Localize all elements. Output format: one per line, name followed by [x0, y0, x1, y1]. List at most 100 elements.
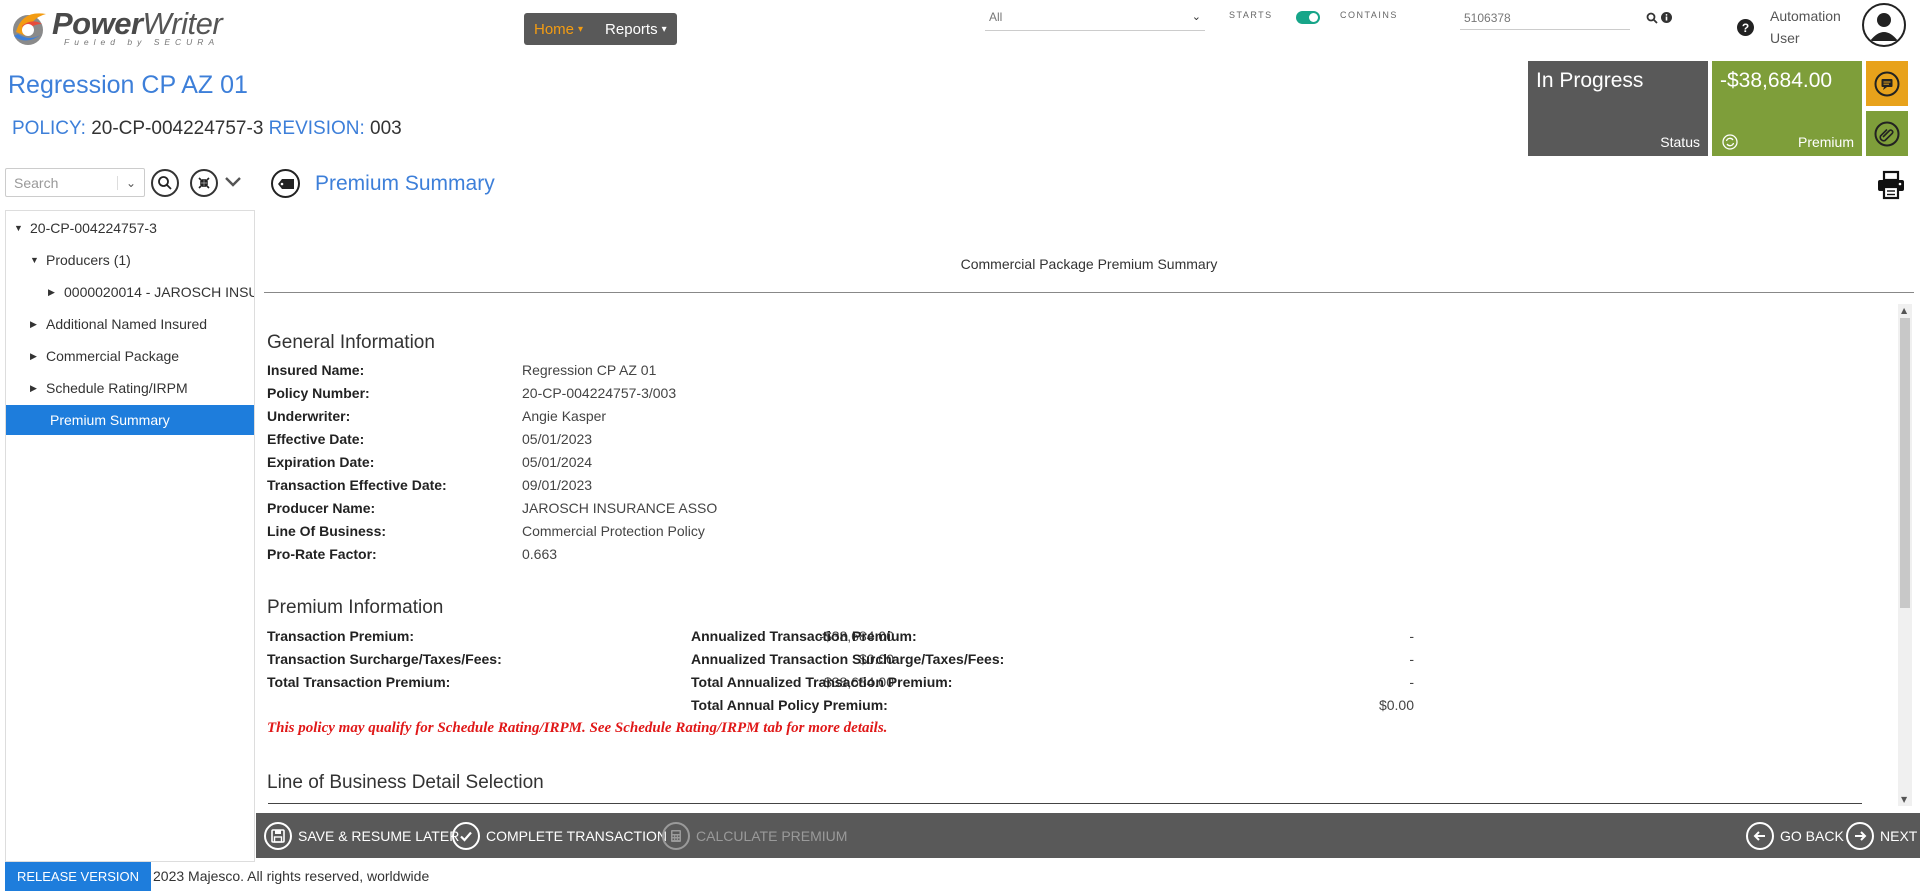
premium-label: Total Transaction Premium:	[267, 674, 451, 690]
scroll-down-icon[interactable]: ▼	[1901, 795, 1907, 804]
tree-search-input[interactable]: Search ⌄	[5, 168, 145, 197]
chevron-down-icon[interactable]: ⌄	[116, 175, 136, 190]
status-tile: In Progress Status	[1528, 61, 1708, 156]
tree-collapse-button[interactable]	[190, 169, 218, 197]
lob-detail-heading: Line of Business Detail Selection	[267, 772, 544, 793]
caret-right-icon[interactable]: ▶	[30, 383, 46, 394]
notes-button[interactable]	[1866, 61, 1908, 106]
tree-item-commercial-package[interactable]: ▶ Commercial Package	[30, 341, 179, 371]
field-value: Commercial Protection Policy	[522, 523, 705, 539]
policy-revision-line: POLICY: 20-CP-004224757-3 REVISION: 003	[12, 118, 402, 140]
copyright-text: 2023 Majesco. All rights reserved, world…	[153, 868, 430, 884]
annualized-label: Total Annual Policy Premium:	[691, 697, 888, 713]
field-label: Transaction Effective Date:	[267, 477, 447, 493]
arrow-left-icon	[1746, 822, 1774, 850]
tree-item-policy[interactable]: ▼ 20-CP-004224757-3	[14, 213, 157, 243]
policy-label: POLICY:	[12, 118, 86, 139]
field-label: Line Of Business:	[267, 523, 387, 539]
help-icon[interactable]: ?	[1737, 19, 1754, 36]
arrow-right-icon	[1846, 822, 1874, 850]
scrollbar-thumb[interactable]	[1900, 318, 1910, 608]
revision-number: 003	[370, 118, 402, 139]
tree-item-schedule-rating[interactable]: ▶ Schedule Rating/IRPM	[30, 373, 188, 403]
user-name[interactable]: Automation User	[1770, 5, 1860, 49]
attachments-button[interactable]	[1866, 111, 1908, 156]
caret-right-icon[interactable]: ▶	[48, 287, 64, 298]
premium-label: Transaction Surcharge/Taxes/Fees:	[267, 651, 502, 667]
chevron-down-icon: ▾	[578, 23, 584, 35]
annualized-label: Annualized Transaction Premium:	[691, 628, 917, 644]
field-label: Insured Name:	[267, 362, 365, 378]
main-nav: Home ▾ Reports ▾	[524, 13, 677, 45]
policy-search-input[interactable]: 5106378	[1460, 8, 1630, 30]
next-button[interactable]: NEXT	[1846, 822, 1917, 850]
starts-label: STARTS	[1229, 10, 1273, 20]
premium-summary-content: General Information Insured Name: Regres…	[264, 300, 1898, 810]
calculator-icon	[662, 822, 690, 850]
tag-left-icon	[277, 178, 294, 189]
field-value: 09/01/2023	[522, 477, 593, 493]
caret-right-icon[interactable]: ▶	[30, 319, 46, 330]
field-label: Policy Number:	[267, 385, 370, 401]
content-scrollbar[interactable]: ▲ ▼	[1898, 304, 1912, 806]
tree-search-button[interactable]	[151, 169, 179, 197]
field-value: 0.663	[522, 546, 558, 562]
collapse-panel-button[interactable]	[271, 169, 300, 198]
annualized-value: -	[1409, 674, 1414, 690]
revision-label: REVISION:	[268, 118, 365, 139]
search-type-select[interactable]: All ⌄	[985, 7, 1205, 31]
tree-item-additional-named-insured[interactable]: ▶ Additional Named Insured	[30, 309, 207, 339]
policy-number: 20-CP-004224757-3	[91, 118, 264, 139]
field-label: Expiration Date:	[267, 454, 375, 470]
refresh-icon[interactable]	[1722, 134, 1738, 150]
caret-down-icon[interactable]: ▼	[30, 255, 46, 265]
starts-contains-toggle[interactable]	[1296, 11, 1320, 24]
field-value: JAROSCH INSURANCE ASSO	[522, 500, 718, 516]
field-value: 05/01/2024	[522, 454, 593, 470]
tree-item-producer[interactable]: ▶0000020014 - JAROSCH INSURANCE	[48, 277, 254, 307]
section-title: Premium Summary	[315, 172, 495, 195]
nav-home[interactable]: Home ▾	[534, 21, 583, 38]
search-icon[interactable]	[1646, 12, 1658, 24]
premium-label: Premium	[1797, 134, 1854, 150]
premium-value: -$38,684.00	[1720, 69, 1833, 92]
nav-reports[interactable]: Reports ▾	[605, 21, 667, 38]
contains-label: CONTAINS	[1340, 10, 1398, 20]
chevron-down-icon: ⌄	[1191, 11, 1201, 23]
tree-menu-chevron-icon[interactable]	[224, 176, 242, 188]
field-value: 20-CP-004224757-3/003	[522, 385, 677, 401]
field-value: 05/01/2023	[522, 431, 593, 447]
field-label: Underwriter:	[267, 408, 351, 424]
search-icon	[158, 176, 172, 190]
save-icon	[264, 822, 292, 850]
policy-tree: ▼ 20-CP-004224757-3 ▼ Producers (1) ▶ 00000…	[5, 210, 255, 862]
status-label: Status	[1660, 134, 1700, 150]
go-back-button[interactable]: GO BACK	[1746, 822, 1844, 850]
field-label: Pro-Rate Factor:	[267, 546, 377, 562]
caret-down-icon[interactable]: ▼	[14, 223, 30, 233]
page-title: Regression CP AZ 01	[8, 71, 248, 99]
general-information-heading: General Information	[267, 332, 435, 353]
checkmark-icon	[452, 822, 480, 850]
irpm-warning: This policy may qualify for Schedule Rat…	[267, 720, 888, 736]
save-resume-later-button[interactable]: SAVE & RESUME LATER	[264, 822, 459, 850]
premium-information-heading: Premium Information	[267, 597, 444, 618]
field-label: Effective Date:	[267, 431, 365, 447]
divider	[264, 292, 1914, 293]
tree-item-premium-summary[interactable]: Premium Summary	[6, 405, 254, 435]
document-header: Commercial Package Premium Summary	[960, 256, 1218, 272]
print-icon[interactable]	[1876, 170, 1906, 200]
premium-label: Transaction Premium:	[267, 628, 415, 644]
complete-transaction-button[interactable]: COMPLETE TRANSACTION	[452, 822, 667, 850]
info-icon[interactable]	[1661, 12, 1672, 23]
divider	[268, 803, 1862, 804]
release-version-button[interactable]: RELEASE VERSION	[5, 862, 151, 891]
user-avatar-icon[interactable]	[1862, 3, 1906, 47]
annualized-value: $0.00	[1378, 697, 1414, 713]
svg-text:?: ?	[1742, 21, 1749, 35]
tree-item-producers[interactable]: ▼ Producers (1)	[30, 245, 131, 275]
scroll-up-icon[interactable]: ▲	[1901, 306, 1907, 315]
caret-right-icon[interactable]: ▶	[30, 351, 46, 362]
chevron-down-icon: ▾	[661, 23, 667, 35]
calculate-premium-button[interactable]: CALCULATE PREMIUM	[662, 822, 847, 850]
